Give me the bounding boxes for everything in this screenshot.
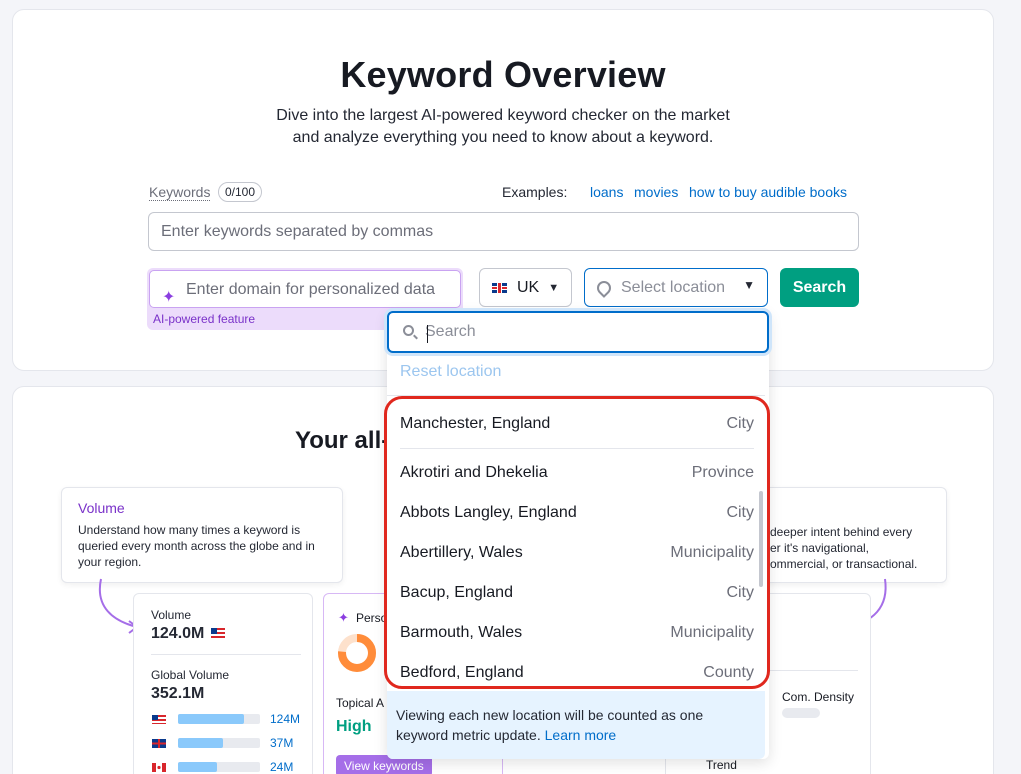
bar-fill: [178, 714, 244, 724]
intent-line-1: deeper intent behind every: [770, 525, 913, 539]
global-volume-label: Global Volume: [151, 668, 230, 682]
personal-label: Perso: [356, 611, 388, 625]
example-link-movies[interactable]: movies: [634, 184, 678, 200]
donut-chart-icon: [338, 634, 376, 672]
bar-value: 124M: [270, 712, 301, 726]
volume-number: 124.0M: [151, 625, 205, 642]
sparkle-icon: ✦: [162, 289, 176, 306]
keywords-count-badge: 0/100: [218, 182, 263, 202]
topical-label: Topical A: [336, 696, 385, 710]
subtitle-line-2: and analyze everything you need to know …: [292, 129, 714, 146]
global-volume-value: 352.1M: [151, 685, 205, 702]
bar-value: 24M: [270, 760, 294, 774]
location-select[interactable]: Select location ▼: [584, 268, 768, 307]
volume-tooltip-body: Understand how many times a keyword is q…: [78, 523, 315, 569]
database-select[interactable]: UK ▼: [479, 268, 572, 307]
keywords-input[interactable]: Enter keywords separated by commas: [148, 212, 859, 251]
domain-input[interactable]: ✦ Enter domain for personalized data: [149, 270, 461, 308]
text-caret: [427, 325, 428, 343]
bar-value: 37M: [270, 736, 294, 750]
bar-fill: [178, 738, 224, 748]
learn-more-link[interactable]: Learn more: [545, 727, 617, 743]
volume-value: 124.0M: [151, 625, 225, 643]
bar-track: [178, 714, 260, 724]
country-bar-row: 124M: [152, 712, 300, 726]
volume-tooltip-title: Volume: [78, 500, 125, 516]
divider: [151, 654, 301, 655]
uk-flag-icon: [152, 738, 166, 748]
search-icon: [403, 325, 414, 336]
page-subtitle: Dive into the largest AI-powered keyword…: [13, 105, 993, 149]
chevron-down-icon: ▼: [548, 281, 560, 294]
com-density-label: Com. Density: [782, 690, 855, 704]
bar-fill: [178, 762, 218, 772]
us-flag-icon: [152, 714, 166, 724]
database-value: UK: [517, 278, 540, 296]
example-link-loans[interactable]: loans: [590, 184, 623, 200]
domain-placeholder: Enter domain for personalized data: [186, 281, 436, 298]
ca-flag-icon: [152, 762, 166, 772]
reset-location-button[interactable]: Reset location: [400, 363, 501, 381]
search-button[interactable]: Search: [780, 268, 859, 307]
topical-value: High: [336, 718, 372, 735]
location-search-input[interactable]: Search: [387, 311, 769, 353]
intent-line-2: er it's navigational,: [770, 541, 870, 555]
country-bar-row: 24M: [152, 760, 293, 774]
uk-flag-icon: [492, 282, 507, 293]
highlight-outline: [384, 396, 770, 689]
examples-label: Examples:: [502, 184, 568, 200]
location-info-note: Viewing each new location will be counte…: [387, 691, 765, 759]
location-pin-icon: [594, 277, 614, 298]
ai-feature-note: AI-powered feature: [153, 312, 256, 326]
subtitle-line-1: Dive into the largest AI-powered keyword…: [276, 107, 730, 124]
sparkle-icon: ✦: [338, 610, 349, 625]
volume-panel: Volume 124.0M Global Volume 352.1M 124M …: [133, 593, 313, 774]
country-bar-row: 37M: [152, 736, 293, 750]
volume-label: Volume: [151, 608, 192, 622]
com-density-bar: [782, 708, 820, 718]
example-link-audible[interactable]: how to buy audible books: [689, 184, 847, 200]
chevron-down-icon: ▼: [743, 278, 755, 292]
page-title: Keyword Overview: [340, 54, 666, 95]
search-placeholder: Search: [425, 323, 476, 340]
trend-label: Trend: [706, 758, 737, 772]
bar-track: [178, 738, 260, 748]
section-title: Your all-: [295, 427, 390, 454]
volume-tooltip: Volume Understand how many times a keywo…: [61, 487, 343, 583]
keywords-label[interactable]: Keywords: [149, 184, 211, 201]
bar-track: [178, 762, 260, 772]
us-flag-icon: [210, 628, 225, 638]
location-placeholder: Select location: [621, 278, 726, 296]
intent-line-3: ommercial, or transactional.: [770, 557, 918, 571]
